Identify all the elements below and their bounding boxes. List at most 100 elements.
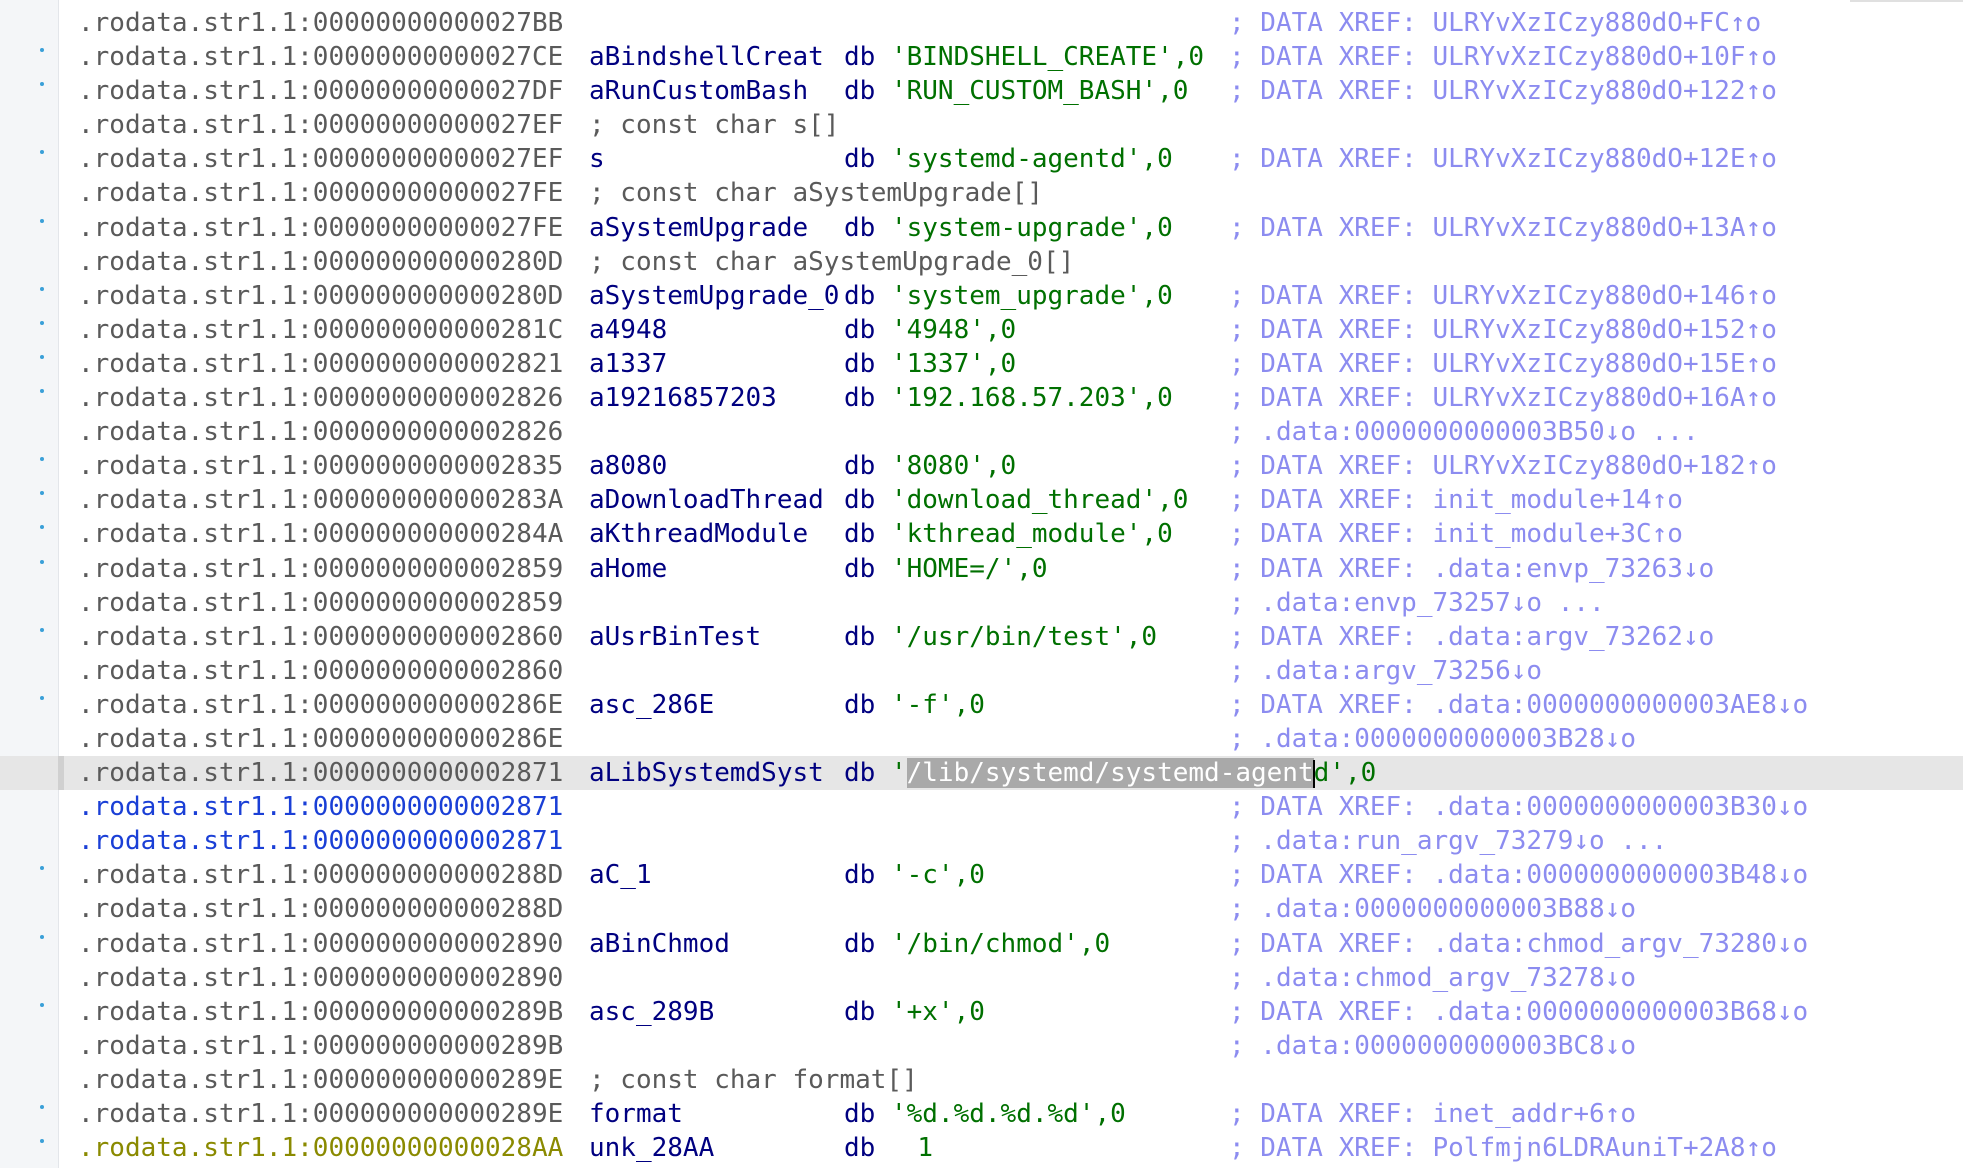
listing-line[interactable]: .rodata.str1.1:0000000000002871 ; DATA XR… xyxy=(0,790,1963,824)
segment-address[interactable]: .rodata.str1.1:0000000000002859 xyxy=(78,552,563,586)
symbol-name[interactable]: format xyxy=(589,1097,683,1131)
string-literal[interactable]: 'system-upgrade' xyxy=(891,213,1141,243)
string-literal[interactable]: '-f' xyxy=(891,690,954,720)
segment-address[interactable]: .rodata.str1.1:0000000000002826 xyxy=(78,381,563,415)
segment-address[interactable]: .rodata.str1.1:0000000000002871 xyxy=(78,756,563,790)
segment-address[interactable]: .rodata.str1.1:00000000000027EF xyxy=(78,108,563,142)
segment-address[interactable]: .rodata.str1.1:000000000000280D xyxy=(78,279,563,313)
listing-line[interactable]: .rodata.str1.1:000000000000288D aC_1 db '-… xyxy=(0,858,1963,892)
string-literal[interactable]: '/usr/bin/test' xyxy=(891,622,1126,652)
segment-address[interactable]: .rodata.str1.1:0000000000002871 xyxy=(78,790,563,824)
symbol-name[interactable]: aBinChmod xyxy=(589,927,730,961)
listing-line[interactable]: .rodata.str1.1:0000000000002890 aBinChmod… xyxy=(0,927,1963,961)
listing-line[interactable]: .rodata.str1.1:000000000000286E ; .data:0… xyxy=(0,722,1963,756)
listing-line[interactable]: .rodata.str1.1:000000000000283A aDownload… xyxy=(0,483,1963,517)
segment-address[interactable]: .rodata.str1.1:0000000000002890 xyxy=(78,961,563,995)
segment-address[interactable]: .rodata.str1.1:00000000000027EF xyxy=(78,142,563,176)
instruction-operand[interactable]: db '192.168.57.203',0 xyxy=(844,381,1173,415)
listing-line[interactable]: .rodata.str1.1:0000000000002826 a19216857… xyxy=(0,381,1963,415)
xref-comment[interactable]: ; DATA XREF: .data:0000000000003AE8↓o xyxy=(1229,688,1808,722)
segment-address[interactable]: .rodata.str1.1:0000000000002859 xyxy=(78,586,563,620)
xref-comment[interactable]: ; .data:0000000000003B50↓o ... xyxy=(1229,415,1699,449)
xref-comment[interactable]: ; DATA XREF: Polfmjn6LDRAuniT+2A8↑o xyxy=(1229,1131,1777,1165)
listing-line[interactable]: .rodata.str1.1:00000000000027FE aSystemUp… xyxy=(0,211,1963,245)
xref-comment[interactable]: ; .data:0000000000003BC8↓o xyxy=(1229,1029,1636,1063)
symbol-name[interactable]: aC_1 xyxy=(589,858,652,892)
disassembly-listing[interactable]: .rodata.str1.1:00000000000027BB ; DATA XR… xyxy=(0,6,1963,1165)
xref-comment[interactable]: ; DATA XREF: ULRYvXzICzy880dO+122↑o xyxy=(1229,74,1777,108)
xref-comment[interactable]: ; DATA XREF: ULRYvXzICzy880dO+152↑o xyxy=(1229,313,1777,347)
string-literal[interactable]: 'HOME=/' xyxy=(891,554,1016,584)
listing-line[interactable]: .rodata.str1.1:00000000000027EF s db 'syst… xyxy=(0,142,1963,176)
listing-line[interactable]: .rodata.str1.1:00000000000027BB ; DATA XR… xyxy=(0,6,1963,40)
segment-address[interactable]: .rodata.str1.1:000000000000288D xyxy=(78,892,563,926)
string-literal[interactable]: 'RUN_CUSTOM_BASH' xyxy=(891,76,1157,106)
segment-address[interactable]: .rodata.str1.1:000000000000284A xyxy=(78,517,563,551)
string-literal[interactable]: 'system_upgrade' xyxy=(891,281,1141,311)
xref-comment[interactable]: ; DATA XREF: init_module+3C↑o xyxy=(1229,517,1683,551)
symbol-name[interactable]: a4948 xyxy=(589,313,667,347)
segment-address[interactable]: .rodata.str1.1:000000000000286E xyxy=(78,688,563,722)
instruction-operand[interactable]: db '8080',0 xyxy=(844,449,1016,483)
instruction-operand[interactable]: db '%d.%d.%d.%d',0 xyxy=(844,1097,1126,1131)
listing-line[interactable]: .rodata.str1.1:000000000000280D ; const c… xyxy=(0,245,1963,279)
xref-comment[interactable]: ; .data:0000000000003B28↓o xyxy=(1229,722,1636,756)
symbol-name[interactable]: aLibSystemdSyst xyxy=(589,756,824,790)
listing-line[interactable]: .rodata.str1.1:0000000000002835 a8080 db '… xyxy=(0,449,1963,483)
symbol-name[interactable]: a19216857203 xyxy=(589,381,777,415)
symbol-name[interactable]: aBindshellCreat xyxy=(589,40,824,74)
listing-line[interactable]: .rodata.str1.1:0000000000002821 a1337 db '… xyxy=(0,347,1963,381)
listing-line[interactable]: .rodata.str1.1:0000000000002871 aLibSyste… xyxy=(0,756,1963,791)
xref-comment[interactable]: ; DATA XREF: .data:0000000000003B30↓o xyxy=(1229,790,1808,824)
instruction-operand[interactable]: db '/bin/chmod',0 xyxy=(844,927,1110,961)
instruction-operand[interactable]: db '+x',0 xyxy=(844,995,985,1029)
string-literal[interactable]: '/lib/systemd/systemd-agentd' xyxy=(891,758,1345,789)
string-literal[interactable]: 'kthread_module' xyxy=(891,519,1141,549)
symbol-name[interactable]: asc_286E xyxy=(589,688,714,722)
segment-address[interactable]: .rodata.str1.1:000000000000289B xyxy=(78,995,563,1029)
string-literal[interactable]: 'systemd-agentd' xyxy=(891,144,1141,174)
string-literal[interactable]: '%d.%d.%d.%d' xyxy=(891,1099,1095,1129)
listing-line[interactable]: .rodata.str1.1:0000000000002859 ; .data:e… xyxy=(0,586,1963,620)
segment-address[interactable]: .rodata.str1.1:00000000000027DF xyxy=(78,74,563,108)
instruction-operand[interactable]: db 'system_upgrade',0 xyxy=(844,279,1173,313)
listing-line[interactable]: .rodata.str1.1:000000000000289B asc_289B d… xyxy=(0,995,1963,1029)
listing-line[interactable]: .rodata.str1.1:0000000000002860 aUsrBinTe… xyxy=(0,620,1963,654)
instruction-operand[interactable]: db 1 xyxy=(844,1131,933,1165)
xref-comment[interactable]: ; .data:run_argv_73279↓o ... xyxy=(1229,824,1667,858)
instruction-operand[interactable]: db '-f',0 xyxy=(844,688,985,722)
xref-comment[interactable]: ; DATA XREF: ULRYvXzICzy880dO+12E↑o xyxy=(1229,142,1777,176)
segment-address[interactable]: .rodata.str1.1:00000000000027CE xyxy=(78,40,563,74)
xref-comment[interactable]: ; DATA XREF: .data:envp_73263↓o xyxy=(1229,552,1714,586)
xref-comment[interactable]: ; DATA XREF: .data:0000000000003B48↓o xyxy=(1229,858,1808,892)
listing-line[interactable]: .rodata.str1.1:00000000000027EF ; const c… xyxy=(0,108,1963,142)
listing-line[interactable]: .rodata.str1.1:000000000000284A aKthreadM… xyxy=(0,517,1963,551)
symbol-name[interactable]: asc_289B xyxy=(589,995,714,1029)
xref-comment[interactable]: ; .data:chmod_argv_73278↓o xyxy=(1229,961,1636,995)
symbol-name[interactable]: s xyxy=(589,142,605,176)
xref-comment[interactable]: ; DATA XREF: ULRYvXzICzy880dO+13A↑o xyxy=(1229,211,1777,245)
xref-comment[interactable]: ; .data:envp_73257↓o ... xyxy=(1229,586,1605,620)
symbol-name[interactable]: aSystemUpgrade xyxy=(589,211,808,245)
listing-line[interactable]: .rodata.str1.1:000000000000289B ; .data:0… xyxy=(0,1029,1963,1063)
segment-address[interactable]: .rodata.str1.1:00000000000028AA xyxy=(78,1131,563,1165)
listing-line[interactable]: .rodata.str1.1:000000000000286E asc_286E d… xyxy=(0,688,1963,722)
segment-address[interactable]: .rodata.str1.1:0000000000002860 xyxy=(78,654,563,688)
segment-address[interactable]: .rodata.str1.1:0000000000002821 xyxy=(78,347,563,381)
string-literal[interactable]: 'BINDSHELL_CREATE' xyxy=(891,42,1173,72)
string-literal[interactable]: '-c' xyxy=(891,860,954,890)
listing-line[interactable]: .rodata.str1.1:000000000000280D aSystemUp… xyxy=(0,279,1963,313)
symbol-name[interactable]: aRunCustomBash xyxy=(589,74,808,108)
symbol-name[interactable]: unk_28AA xyxy=(589,1131,714,1165)
instruction-operand[interactable]: db 'BINDSHELL_CREATE',0 xyxy=(844,40,1204,74)
listing-line[interactable]: .rodata.str1.1:0000000000002871 ; .data:r… xyxy=(0,824,1963,858)
listing-line[interactable]: .rodata.str1.1:000000000000281C a4948 db '… xyxy=(0,313,1963,347)
segment-address[interactable]: .rodata.str1.1:0000000000002860 xyxy=(78,620,563,654)
xref-comment[interactable]: ; .data:0000000000003B88↓o xyxy=(1229,892,1636,926)
symbol-name[interactable]: aKthreadModule xyxy=(589,517,808,551)
instruction-operand[interactable]: db 'kthread_module',0 xyxy=(844,517,1173,551)
instruction-operand[interactable]: db '1337',0 xyxy=(844,347,1016,381)
xref-comment[interactable]: ; DATA XREF: .data:0000000000003B68↓o xyxy=(1229,995,1808,1029)
listing-line[interactable]: .rodata.str1.1:0000000000002890 ; .data:c… xyxy=(0,961,1963,995)
string-literal[interactable]: '8080' xyxy=(891,451,985,481)
